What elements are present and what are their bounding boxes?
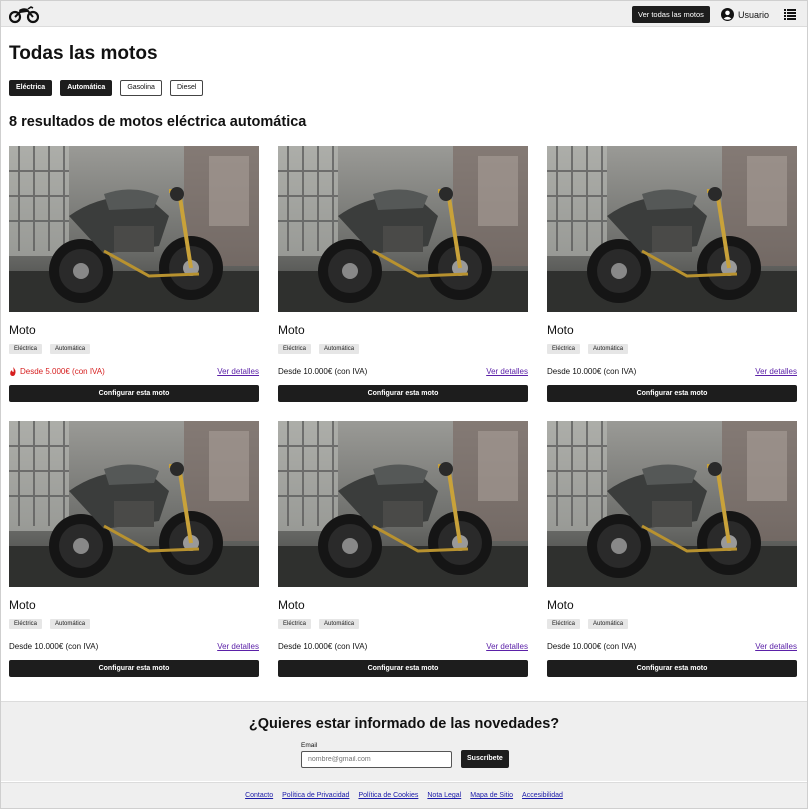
- user-circle-icon: [721, 8, 734, 21]
- product-price-text: Desde 10.000€ (con IVA): [278, 367, 368, 376]
- main-content: Todas las motos Eléctrica Automática Gas…: [1, 28, 807, 700]
- product-image[interactable]: [547, 146, 797, 312]
- motorcycle-icon[interactable]: [9, 4, 39, 24]
- product-price: Desde 10.000€ (con IVA): [278, 367, 367, 376]
- product-image[interactable]: [9, 146, 259, 312]
- footer-link-cookies[interactable]: Política de Cookies: [358, 792, 418, 799]
- product-price: Desde 10.000€ (con IVA): [547, 367, 636, 376]
- view-details-link[interactable]: Ver detalles: [755, 367, 797, 376]
- product-card: Moto Eléctrica Automática Desde 10.000€ …: [278, 421, 528, 677]
- newsletter-section: ¿Quieres estar informado de las novedade…: [1, 701, 807, 781]
- product-price-text: Desde 10.000€ (con IVA): [547, 642, 637, 651]
- product-card: Moto Eléctrica Automática Desde 10.000€ …: [278, 146, 528, 402]
- flame-icon: [10, 367, 16, 376]
- product-name: Moto: [278, 323, 305, 337]
- email-label: Email: [301, 742, 318, 749]
- product-tags: Eléctrica Automática: [9, 619, 91, 629]
- subscribe-button[interactable]: Suscríbete: [461, 750, 509, 768]
- product-price: Desde 10.000€ (con IVA): [9, 642, 98, 651]
- motorcycle-photo: [278, 421, 528, 587]
- product-tag: Eléctrica: [9, 344, 43, 354]
- user-menu[interactable]: Usuario: [721, 7, 769, 22]
- footer-link-mapa-sitio[interactable]: Mapa de Sitio: [470, 792, 513, 799]
- product-price-text: Desde 10.000€ (con IVA): [547, 367, 637, 376]
- product-tags: Eléctrica Automática: [547, 619, 629, 629]
- top-navbar: Ver todas las motos Usuario: [1, 1, 807, 27]
- motorcycle-photo: [9, 146, 259, 312]
- product-name: Moto: [9, 598, 36, 612]
- footer-link-privacidad[interactable]: Política de Privacidad: [282, 792, 349, 799]
- product-tag: Eléctrica: [547, 619, 581, 629]
- footer-link-contacto[interactable]: Contacto: [245, 792, 273, 799]
- product-price: Desde 5.000€ (con IVA): [9, 367, 105, 376]
- product-name: Moto: [9, 323, 36, 337]
- results-heading: 8 resultados de motos eléctrica automáti…: [9, 114, 307, 130]
- view-details-link[interactable]: Ver detalles: [755, 642, 797, 651]
- product-tag: Automática: [588, 619, 629, 629]
- product-tags: Eléctrica Automática: [547, 344, 629, 354]
- motorcycle-photo: [547, 146, 797, 312]
- product-image[interactable]: [278, 421, 528, 587]
- product-tag: Automática: [50, 344, 91, 354]
- product-image[interactable]: [547, 421, 797, 587]
- product-tag: Automática: [50, 619, 91, 629]
- email-input[interactable]: [301, 751, 452, 768]
- product-tag: Automática: [588, 344, 629, 354]
- footer-link-accesibilidad[interactable]: Accesibilidad: [522, 792, 563, 799]
- product-card: Moto Eléctrica Automática Desde 10.000€ …: [547, 146, 797, 402]
- view-details-link[interactable]: Ver detalles: [217, 367, 259, 376]
- product-tags: Eléctrica Automática: [278, 619, 360, 629]
- product-price-text: Desde 10.000€ (con IVA): [9, 642, 99, 651]
- list-menu-icon[interactable]: [784, 9, 796, 20]
- product-image[interactable]: [278, 146, 528, 312]
- product-price-text: Desde 10.000€ (con IVA): [278, 642, 368, 651]
- product-tag: Eléctrica: [278, 619, 312, 629]
- product-tag: Automática: [319, 619, 360, 629]
- newsletter-title: ¿Quieres estar informado de las novedade…: [248, 716, 560, 732]
- filter-chip-diesel[interactable]: Diesel: [169, 80, 204, 96]
- product-name: Moto: [547, 323, 574, 337]
- footer: Contacto Política de Privacidad Política…: [1, 782, 807, 808]
- view-details-link[interactable]: Ver detalles: [486, 642, 528, 651]
- product-tag: Automática: [319, 344, 360, 354]
- all-bikes-button[interactable]: Ver todas las motos: [632, 6, 710, 23]
- product-card: Moto Eléctrica Automática Desde 5.000€ (…: [9, 146, 259, 402]
- view-details-link[interactable]: Ver detalles: [486, 367, 528, 376]
- product-tag: Eléctrica: [547, 344, 581, 354]
- user-label: Usuario: [738, 9, 770, 20]
- configure-bike-button[interactable]: Configurar esta moto: [547, 660, 797, 677]
- configure-bike-button[interactable]: Configurar esta moto: [9, 385, 259, 402]
- product-tag: Eléctrica: [9, 619, 43, 629]
- product-tags: Eléctrica Automática: [278, 344, 360, 354]
- filter-chips: Eléctrica Automática Gasolina Diesel: [9, 80, 204, 96]
- product-price: Desde 10.000€ (con IVA): [278, 642, 367, 651]
- product-tag: Eléctrica: [278, 344, 312, 354]
- motorcycle-photo: [547, 421, 797, 587]
- product-price-text: Desde 5.000€ (con IVA): [20, 367, 105, 376]
- product-card: Moto Eléctrica Automática Desde 10.000€ …: [9, 421, 259, 677]
- product-image[interactable]: [9, 421, 259, 587]
- filter-chip-electrica[interactable]: Eléctrica: [9, 80, 53, 96]
- motorcycle-photo: [9, 421, 259, 587]
- product-name: Moto: [547, 598, 574, 612]
- product-card: Moto Eléctrica Automática Desde 10.000€ …: [547, 421, 797, 677]
- product-name: Moto: [278, 598, 305, 612]
- product-price: Desde 10.000€ (con IVA): [547, 642, 636, 651]
- view-details-link[interactable]: Ver detalles: [217, 642, 259, 651]
- filter-chip-automatica[interactable]: Automática: [60, 80, 113, 96]
- filter-chip-gasolina[interactable]: Gasolina: [120, 80, 162, 96]
- product-tags: Eléctrica Automática: [9, 344, 91, 354]
- motorcycle-photo: [278, 146, 528, 312]
- page-title: Todas las motos: [9, 43, 158, 64]
- configure-bike-button[interactable]: Configurar esta moto: [278, 660, 528, 677]
- configure-bike-button[interactable]: Configurar esta moto: [9, 660, 259, 677]
- configure-bike-button[interactable]: Configurar esta moto: [278, 385, 528, 402]
- footer-link-nota-legal[interactable]: Nota Legal: [427, 792, 461, 799]
- configure-bike-button[interactable]: Configurar esta moto: [547, 385, 797, 402]
